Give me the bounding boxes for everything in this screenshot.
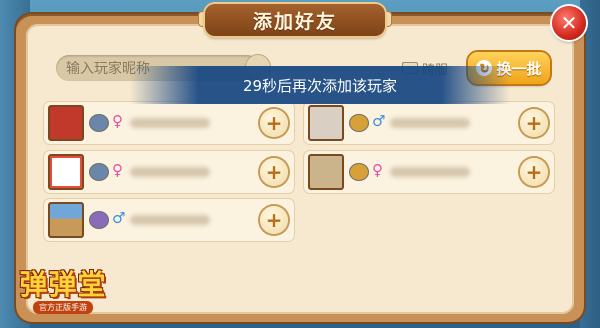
- player-card: ♀ +: [304, 151, 554, 193]
- close-button[interactable]: ✕: [552, 6, 586, 40]
- rank-badge-icon: [350, 115, 368, 131]
- rank-badge-icon: [350, 164, 368, 180]
- add-friend-button[interactable]: +: [520, 109, 548, 137]
- close-icon: ✕: [560, 11, 578, 35]
- player-name-blurred: [390, 167, 470, 177]
- player-card: ♂ +: [304, 102, 554, 144]
- add-friend-button[interactable]: +: [260, 109, 288, 137]
- female-icon: ♀: [112, 112, 123, 130]
- player-name-blurred: [130, 167, 210, 177]
- player-avatar[interactable]: [48, 202, 84, 238]
- rank-badge-icon: [90, 212, 108, 228]
- add-friend-button[interactable]: +: [520, 158, 548, 186]
- male-icon: ♂: [112, 209, 126, 227]
- player-name-blurred: [390, 118, 470, 128]
- female-icon: ♀: [112, 161, 123, 179]
- cooldown-toast: 29秒后再次添加该玩家: [130, 66, 510, 104]
- toast-message: 29秒后再次添加该玩家: [242, 76, 398, 95]
- add-friend-button[interactable]: +: [260, 206, 288, 234]
- player-card: ♀ +: [44, 151, 294, 193]
- male-icon: ♂: [372, 112, 386, 130]
- player-name-blurred: [130, 215, 210, 225]
- dialog-title: 添加好友: [252, 10, 337, 33]
- player-card: ♂ +: [44, 199, 294, 241]
- player-avatar[interactable]: [308, 105, 344, 141]
- player-avatar[interactable]: [308, 154, 344, 190]
- player-card: ♀ +: [44, 102, 294, 144]
- female-icon: ♀: [372, 161, 383, 179]
- rank-badge-icon: [90, 115, 108, 131]
- player-avatar[interactable]: [48, 154, 84, 190]
- logo-title: 弹弹堂: [19, 267, 107, 301]
- add-friend-button[interactable]: +: [260, 158, 288, 186]
- game-logo: 弹弹堂 官方正版手游: [2, 256, 124, 326]
- player-name-blurred: [130, 118, 210, 128]
- logo-subtitle: 官方正版手游: [33, 300, 93, 314]
- player-avatar[interactable]: [48, 105, 84, 141]
- rank-badge-icon: [90, 164, 108, 180]
- dialog-title-plate: 添加好友: [205, 4, 385, 36]
